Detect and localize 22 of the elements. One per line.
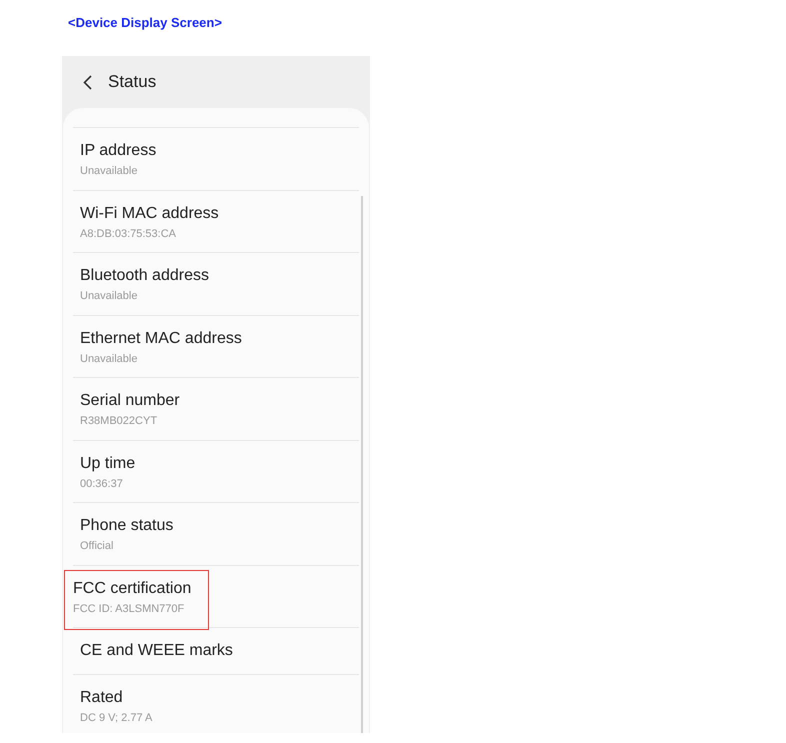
item-value: Official [80, 539, 114, 554]
item-title[interactable]: Wi-Fi MAC address [80, 204, 219, 224]
item-title[interactable]: IP address [80, 141, 156, 161]
item-value: DC 9 V; 2.77 A [80, 711, 152, 726]
item-value: 00:36:37 [80, 476, 124, 492]
item-value: Unavailable [80, 164, 138, 179]
item-value: Unavailable [80, 289, 138, 304]
item-title[interactable]: Bluetooth address [80, 266, 209, 286]
item-value: R38MB022CYT [80, 414, 158, 429]
item-title[interactable]: Up time [80, 454, 136, 474]
item-title[interactable]: Rated [80, 688, 152, 708]
item-title[interactable]: Serial number [80, 391, 180, 411]
item-title[interactable]: FCC certification [73, 578, 208, 598]
item-title[interactable]: CE and WEEE marks [80, 641, 233, 661]
page-heading: <Device Display Screen> [68, 15, 222, 30]
item-title[interactable]: Ethernet MAC address [80, 328, 242, 348]
item-title[interactable]: Phone status [80, 516, 174, 536]
back-icon [82, 74, 92, 90]
item-value: A8:DB:03:75:53:CA [80, 226, 178, 242]
screen-title: Status [108, 71, 156, 94]
item-value: Unavailable [80, 352, 138, 366]
item-value: FCC ID: A3LSMN770F [73, 602, 186, 616]
